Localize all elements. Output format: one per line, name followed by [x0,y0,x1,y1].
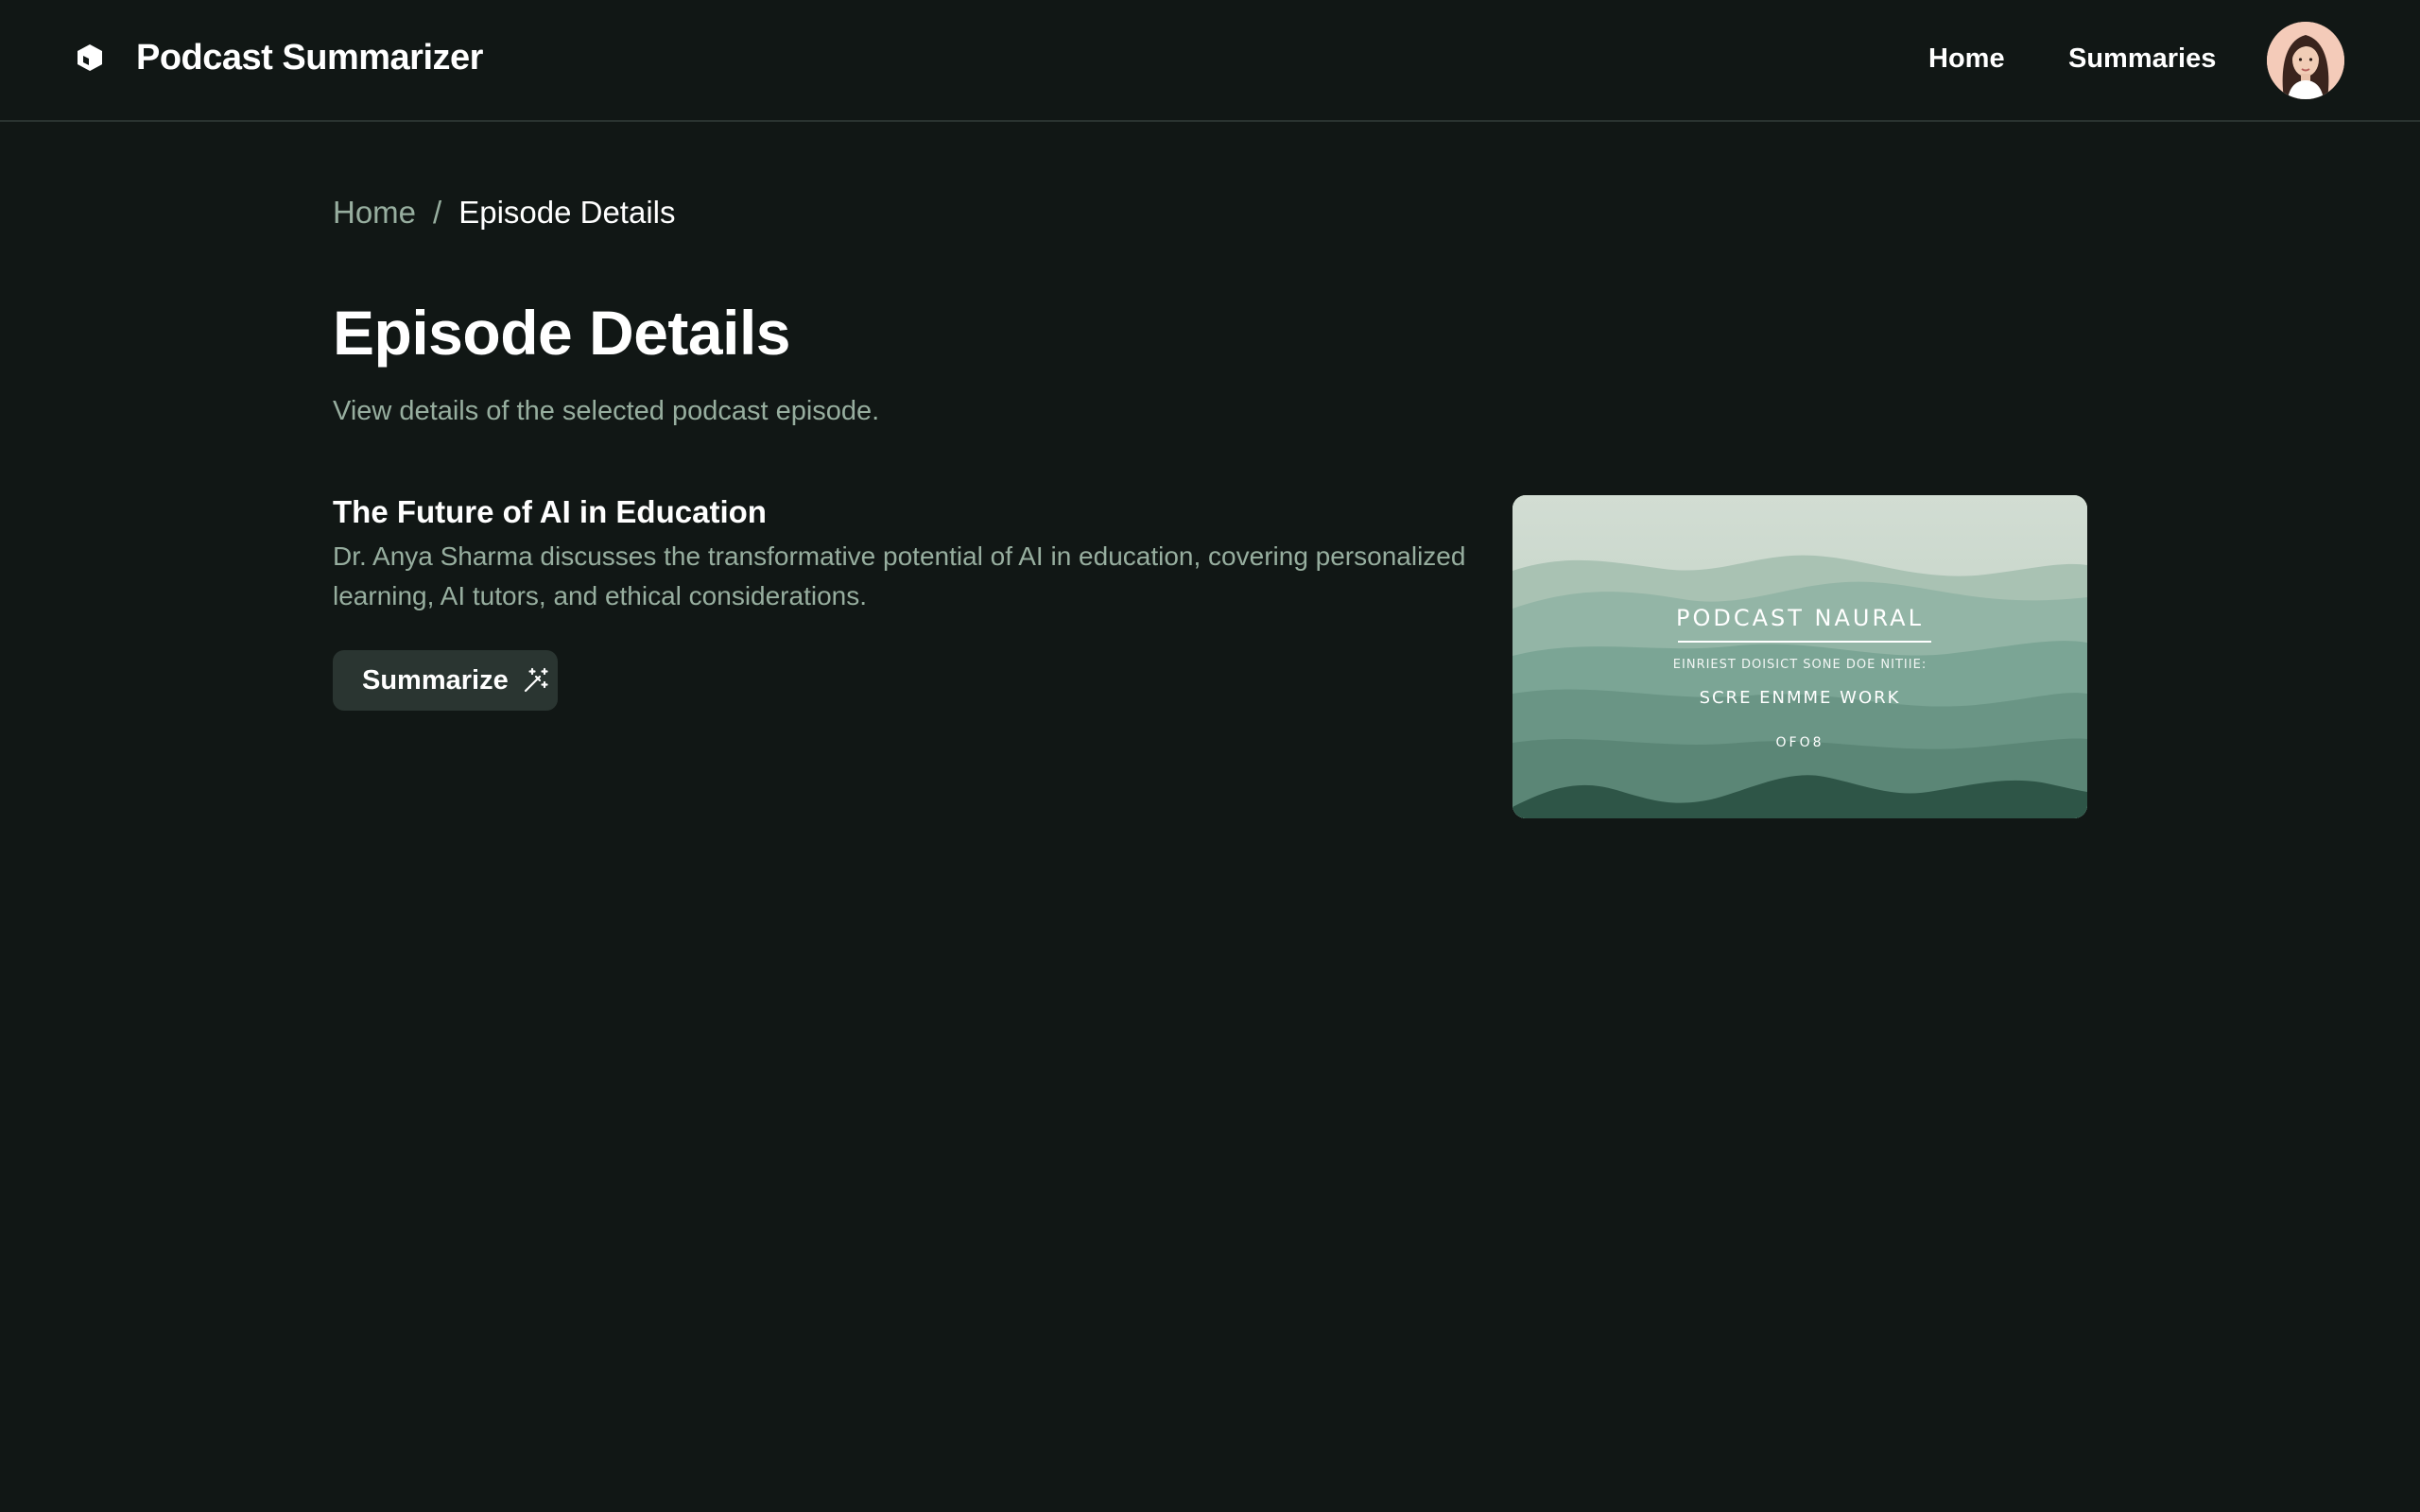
cover-subtitle-text: EINRIEST DOISICT SONE DOE NITIIE: [1672,658,1927,672]
cube-icon [74,42,106,74]
breadcrumb-home-link[interactable]: Home [333,191,416,234]
cover-tagline-text: SCRE ENMME WORK [1699,688,1901,708]
cover-divider [1678,641,1931,643]
summarize-button[interactable]: Summarize [333,650,558,711]
episode-description: Dr. Anya Sharma discusses the transforma… [333,541,1466,610]
episode-cover-image: PODCAST NAURAL EINRIEST DOISICT SONE DOE… [1512,495,2087,818]
nav-link-summaries[interactable]: Summaries [2068,38,2216,79]
breadcrumb-separator: / [433,195,442,230]
nav-link-home[interactable]: Home [1928,38,2005,79]
cover-episode-code: OFO8 [1775,735,1824,750]
breadcrumb-current: Episode Details [458,195,676,230]
episode-title: The Future of AI in Education [333,494,767,529]
page-title: Episode Details [333,298,791,368]
summarize-button-label: Summarize [362,664,509,696]
user-avatar[interactable] [2267,22,2344,99]
brand[interactable]: Podcast Summarizer [74,36,483,79]
app-title: Podcast Summarizer [136,37,483,77]
cover-title-text: PODCAST NAURAL [1676,605,1924,631]
top-navigation-bar: Podcast Summarizer Home Summaries [0,0,2420,122]
breadcrumb: Home / Episode Details [333,191,676,234]
page-subtitle: View details of the selected podcast epi… [333,396,880,426]
magic-wand-icon [522,666,550,695]
